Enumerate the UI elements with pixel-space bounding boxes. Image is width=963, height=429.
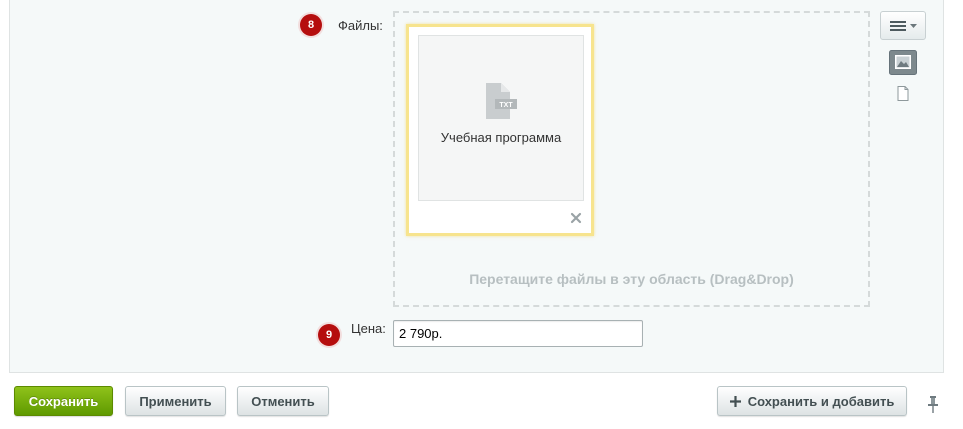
save-and-add-button[interactable]: Сохранить и добавить: [717, 386, 907, 416]
apply-button[interactable]: Применить: [125, 386, 226, 416]
plus-icon: [729, 395, 741, 407]
remove-file-icon[interactable]: [570, 212, 582, 224]
hamburger-icon: [889, 20, 906, 31]
save-and-add-label: Сохранить и добавить: [747, 393, 895, 409]
step-badge-8: 8: [300, 14, 322, 36]
price-label: Цена:: [351, 321, 386, 336]
pin-icon: [928, 396, 938, 413]
txt-file-icon: TXT: [486, 83, 517, 119]
pin-button[interactable]: [927, 396, 939, 416]
files-menu-button[interactable]: [880, 11, 926, 40]
file-thumbnail: TXT Учебная программа: [418, 35, 584, 201]
form-panel: 8 Файлы: TXT Учебная программа Перетащит…: [9, 0, 944, 373]
chevron-down-icon: [909, 23, 917, 28]
file-view-button[interactable]: [897, 86, 909, 104]
file-card[interactable]: TXT Учебная программа: [406, 24, 594, 236]
image-view-button[interactable]: [889, 50, 917, 78]
dropzone-hint: Перетащите файлы в эту область (Drag&Dro…: [469, 271, 794, 287]
save-button[interactable]: Сохранить: [14, 386, 113, 416]
step-badge-9: 9: [318, 324, 340, 346]
txt-icon-label: TXT: [499, 102, 513, 109]
image-view-icon: [889, 50, 917, 75]
file-dropzone[interactable]: TXT Учебная программа Перетащите файлы в…: [393, 11, 870, 307]
file-view-icon: [897, 86, 909, 101]
file-name: Учебная программа: [440, 130, 562, 145]
files-label: Файлы:: [338, 18, 383, 33]
price-input[interactable]: [393, 320, 643, 347]
cancel-button[interactable]: Отменить: [237, 386, 329, 416]
